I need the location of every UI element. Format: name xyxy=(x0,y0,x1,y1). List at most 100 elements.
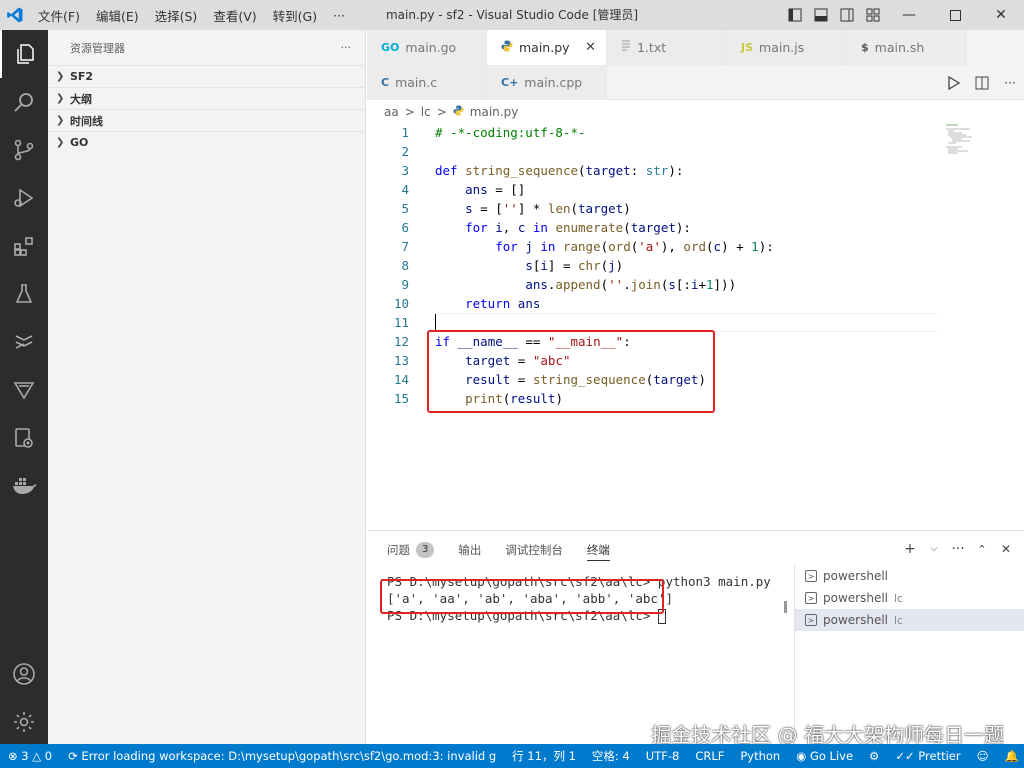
status-prettier[interactable]: ✓✓ Prettier xyxy=(887,744,968,768)
toggle-panel-icon[interactable] xyxy=(808,0,834,30)
settings-gear-icon[interactable] xyxy=(0,698,48,746)
highlight-box-main-block xyxy=(427,330,715,413)
section-go[interactable]: ❯ GO xyxy=(48,131,365,153)
terminal-list-item[interactable]: > powershell lc xyxy=(795,609,1024,631)
docker-compose-icon[interactable] xyxy=(0,414,48,462)
code-line: 6 for i, c in enumerate(target): xyxy=(401,220,691,235)
notifications-bell-icon[interactable]: 🔔 xyxy=(997,744,1024,768)
status-problems[interactable]: ⊗ 3 △ 0 xyxy=(0,744,60,768)
code-line: 4 ans = [] xyxy=(401,182,526,197)
account-icon[interactable] xyxy=(0,650,48,698)
tab-1-txt[interactable]: 1.txt xyxy=(607,30,727,65)
section-sf2[interactable]: ❯ SF2 xyxy=(48,65,365,87)
menu-edit[interactable]: 编辑(E) xyxy=(88,6,147,25)
breadcrumb-separator: > xyxy=(436,105,447,119)
testing-flask-icon[interactable] xyxy=(0,270,48,318)
code-line: 7 for j in range(ord('a'), ord(c) + 1): xyxy=(401,239,774,254)
code-line: 5 s = [''] * len(target) xyxy=(401,201,631,216)
go-file-icon: GO xyxy=(381,41,400,54)
menu-file[interactable]: 文件(F) xyxy=(30,6,88,25)
tab-main-go[interactable]: GO main.go xyxy=(367,30,487,65)
chevron-right-icon: ❯ xyxy=(56,93,65,104)
double-check-icon: ✓✓ xyxy=(895,749,915,763)
panel-sash-handle[interactable] xyxy=(784,601,787,613)
maximize-icon[interactable] xyxy=(932,0,978,30)
triangle-extension-icon[interactable] xyxy=(0,366,48,414)
status-workspace-message[interactable]: ⟳ Error loading workspace: D:\mysetup\go… xyxy=(60,744,504,768)
explorer-icon[interactable] xyxy=(0,30,48,78)
split-editor-icon[interactable] xyxy=(968,65,996,100)
panel-tabs: 问题 3 输出 调试控制台 终端 xyxy=(387,539,634,561)
menu-goto[interactable]: 转到(G) xyxy=(265,6,325,25)
close-tab-icon[interactable]: ✕ xyxy=(585,40,596,55)
terminal-list-item[interactable]: > powershell xyxy=(795,565,1024,587)
tab-main-sh[interactable]: $ main.sh xyxy=(847,30,967,65)
code-line: 10 return ans xyxy=(393,296,541,311)
toggle-primary-sidebar-icon[interactable] xyxy=(782,0,808,30)
status-eol[interactable]: CRLF xyxy=(687,744,732,768)
toggle-secondary-sidebar-icon[interactable] xyxy=(834,0,860,30)
tab-main-js[interactable]: JS main.js xyxy=(727,30,847,65)
more-actions-icon[interactable]: ··· xyxy=(946,537,970,561)
status-bar: ⊗ 3 △ 0 ⟳ Error loading workspace: D:\my… xyxy=(0,744,1024,768)
chevron-down-icon[interactable]: ⌵ xyxy=(922,537,946,561)
status-indentation[interactable]: 空格: 4 xyxy=(584,744,638,768)
c-file-icon: C xyxy=(381,76,390,89)
tab-main-cpp[interactable]: C+ main.cpp xyxy=(487,65,607,100)
sidebar-more-button[interactable]: ··· xyxy=(341,41,352,54)
error-icon: ⊗ xyxy=(8,749,18,763)
tab-terminal[interactable]: 终端 xyxy=(586,539,610,561)
menu-selection[interactable]: 选择(S) xyxy=(147,6,206,25)
code-line: 2 xyxy=(401,144,409,159)
sidebar-title: 资源管理器 xyxy=(70,41,125,55)
breadcrumb-aa[interactable]: aa xyxy=(384,105,399,119)
tab-debug-console[interactable]: 调试控制台 xyxy=(505,539,563,561)
status-go-live[interactable]: ◉ Go Live xyxy=(788,744,861,768)
remote-explorer-icon[interactable] xyxy=(0,318,48,366)
explorer-sidebar: 资源管理器 ··· ❯ SF2 ❯ 大纲 ❯ 时间线 ❯ GO xyxy=(48,30,366,744)
code-editor[interactable]: 1 # -*-coding:utf-8-*- 2 3 def string_sequ… xyxy=(367,123,1024,530)
status-gear-icon[interactable]: ⚙ xyxy=(861,744,887,768)
search-icon[interactable] xyxy=(0,78,48,126)
customize-layout-icon[interactable] xyxy=(860,0,886,30)
shell-file-icon: $ xyxy=(861,41,869,54)
new-terminal-icon[interactable]: + xyxy=(898,537,922,561)
terminal-icon: > xyxy=(805,614,817,626)
status-encoding[interactable]: UTF-8 xyxy=(638,744,688,768)
code-line: 3 def string_sequence(target: str): xyxy=(401,163,684,178)
terminal-list: > powershell > powershell lc > powershell lc xyxy=(794,565,1024,745)
section-timeline[interactable]: ❯ 时间线 xyxy=(48,109,365,131)
menu-view[interactable]: 查看(V) xyxy=(205,6,264,25)
maximize-panel-icon[interactable]: ⌃ xyxy=(970,537,994,561)
source-control-icon[interactable] xyxy=(0,126,48,174)
menu-more[interactable]: ··· xyxy=(325,8,353,23)
tab-output[interactable]: 输出 xyxy=(458,539,481,561)
minimize-icon[interactable]: — xyxy=(886,0,932,30)
close-window-icon[interactable]: ✕ xyxy=(978,0,1024,30)
python-file-icon xyxy=(501,40,513,55)
sync-icon: ⟳ xyxy=(68,749,78,763)
tab-main-c[interactable]: Cmain.c xyxy=(367,65,487,100)
close-panel-icon[interactable]: ✕ xyxy=(994,537,1018,561)
run-debug-icon[interactable] xyxy=(0,174,48,222)
status-cursor-position[interactable]: 行 11，列 1 xyxy=(504,744,584,768)
status-account-icon[interactable]: ☺ xyxy=(969,744,997,768)
more-actions-icon[interactable]: ··· xyxy=(996,65,1024,100)
problems-count-badge: 3 xyxy=(416,542,435,558)
extensions-icon[interactable] xyxy=(0,222,48,270)
tab-main-py[interactable]: main.py ✕ xyxy=(487,30,607,65)
chevron-right-icon: ❯ xyxy=(56,137,65,148)
section-outline[interactable]: ❯ 大纲 xyxy=(48,87,365,109)
docker-whale-icon[interactable] xyxy=(0,462,48,510)
warning-icon: △ xyxy=(32,749,42,763)
sidebar-header: 资源管理器 ··· xyxy=(48,30,365,65)
breadcrumb-main-py[interactable]: main.py xyxy=(470,105,519,119)
terminal-list-item[interactable]: > powershell lc xyxy=(795,587,1024,609)
tab-problems[interactable]: 问题 3 xyxy=(387,539,435,561)
python-file-icon xyxy=(453,105,464,119)
title-bar: 文件(F) 编辑(E) 选择(S) 查看(V) 转到(G) ··· main.p… xyxy=(0,0,1024,30)
breadcrumb-lc[interactable]: lc xyxy=(421,105,431,119)
code-line: 8 s[i] = chr(j) xyxy=(401,258,624,273)
run-file-icon[interactable] xyxy=(940,65,968,100)
status-language[interactable]: Python xyxy=(732,744,788,768)
